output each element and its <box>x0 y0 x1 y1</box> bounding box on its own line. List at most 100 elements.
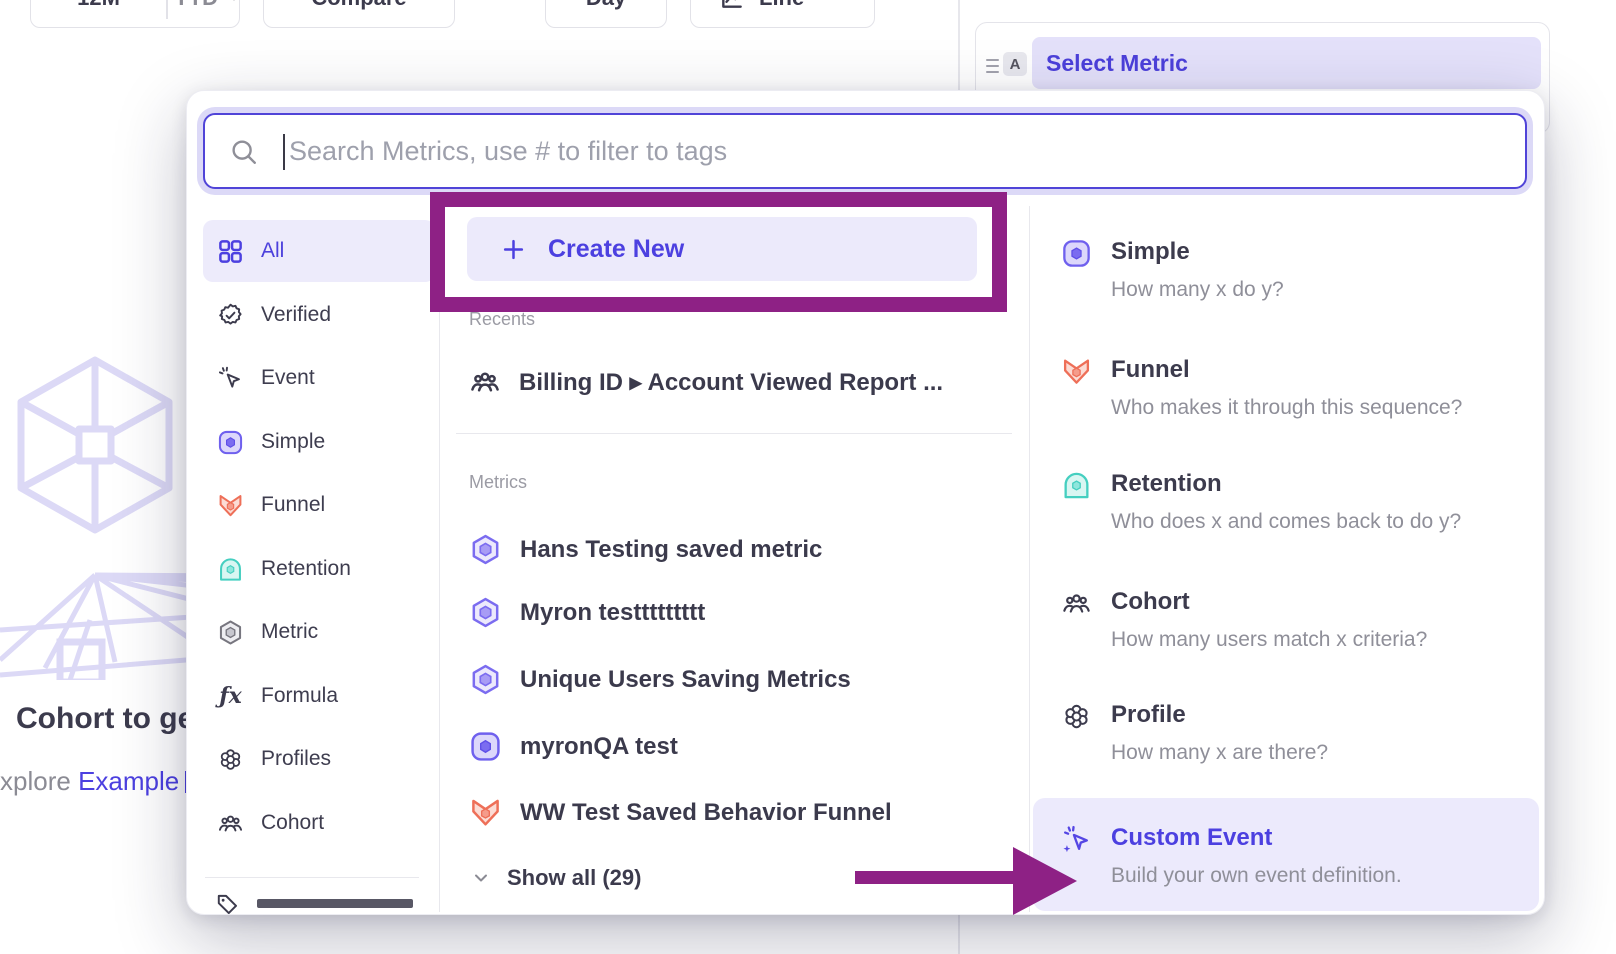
search-field[interactable] <box>203 113 1527 189</box>
range-ytd-button[interactable]: YTD <box>166 0 226 11</box>
funnel-icon <box>469 796 502 829</box>
verified-badge-icon <box>217 302 244 329</box>
type-title: Retention <box>1111 470 1222 498</box>
type-description: How many x do y? <box>1111 278 1284 302</box>
recents-header: Recents <box>469 309 535 330</box>
column-divider <box>1029 206 1030 912</box>
select-metric-trigger[interactable]: Select Metric <box>1032 37 1541 89</box>
type-option-custom-event[interactable]: Custom Event Build your own event defini… <box>1033 798 1539 911</box>
metric-item-label: myronQA test <box>520 733 678 761</box>
compare-button[interactable]: Compare <box>263 0 455 28</box>
metric-item-label: Unique Users Saving Metrics <box>520 666 851 694</box>
sidebar-item-label: Event <box>261 366 315 390</box>
type-title: Simple <box>1111 238 1190 266</box>
annotation-highlight-box <box>430 192 1007 312</box>
profiles-icon <box>217 746 244 773</box>
type-option-funnel[interactable]: Funnel Who makes it through this sequenc… <box>1033 340 1539 436</box>
chevron-down-icon <box>471 868 491 888</box>
type-title: Profile <box>1111 701 1186 729</box>
sidebar-item-label: Retention <box>261 557 351 581</box>
sidebar-item-all[interactable]: All <box>203 220 435 282</box>
profiles-icon <box>1061 701 1092 732</box>
sidebar-item-clipped[interactable] <box>215 891 241 915</box>
annotation-arrow-icon <box>855 845 1080 917</box>
metric-list-item[interactable]: Hans Testing saved metric <box>469 533 822 566</box>
chevron-down-icon <box>227 0 241 5</box>
metric-list-item[interactable]: Unique Users Saving Metrics <box>469 663 851 696</box>
metric-list-item[interactable]: Myron testtttttttt <box>469 596 705 629</box>
grid-icon <box>217 238 244 265</box>
sidebar-item-retention[interactable]: Retention <box>203 538 435 600</box>
metric-list-item[interactable]: myronQA test <box>469 730 678 763</box>
section-divider <box>456 433 1012 434</box>
search-input[interactable] <box>205 115 1525 187</box>
show-all-label: Show all (29) <box>507 865 641 891</box>
retention-icon <box>217 556 244 583</box>
tag-icon <box>215 891 241 915</box>
metric-item-label: Myron testtttttttt <box>520 599 705 627</box>
metric-hex-purple-icon <box>469 663 502 696</box>
retention-icon <box>1061 470 1092 501</box>
sidebar-item-verified[interactable]: Verified <box>203 284 435 346</box>
metric-item-label: WW Test Saved Behavior Funnel <box>520 799 892 827</box>
sidebar-item-simple[interactable]: Simple <box>203 411 435 473</box>
sidebar-item-event[interactable]: Event <box>203 347 435 409</box>
type-description: Who makes it through this sequence? <box>1111 396 1462 420</box>
type-title: Funnel <box>1111 356 1190 384</box>
select-metric-label: Select Metric <box>1046 50 1188 77</box>
simple-icon <box>469 730 502 763</box>
sidebar-item-label: Funnel <box>261 493 325 517</box>
sidebar-divider <box>205 877 419 878</box>
sidebar-item-label: Formula <box>261 684 338 708</box>
type-option-retention[interactable]: Retention Who does x and comes back to d… <box>1033 454 1539 550</box>
type-title: Custom Event <box>1111 824 1272 852</box>
show-all-button[interactable]: Show all (29) <box>471 865 641 891</box>
metrics-header: Metrics <box>469 472 527 493</box>
type-description: How many x are there? <box>1111 741 1328 765</box>
sidebar-item-profiles[interactable]: Profiles <box>203 728 435 790</box>
type-option-cohort[interactable]: Cohort How many users match x criteria? <box>1033 572 1539 668</box>
sidebar-item-formula[interactable]: ƒx Formula <box>203 665 435 727</box>
sidebar-item-label: Cohort <box>261 811 324 835</box>
compare-label: Compare <box>311 0 406 11</box>
sidebar-item-label: Simple <box>261 430 325 454</box>
metric-hex-purple-icon <box>469 596 502 629</box>
funnel-icon <box>217 492 244 519</box>
recent-item[interactable]: Billing ID ▸ Account Viewed Report ... <box>469 366 943 398</box>
metric-hex-purple-icon <box>469 533 502 566</box>
event-cursor-icon <box>217 365 244 392</box>
chart-type-label: Line <box>759 0 804 11</box>
type-title: Cohort <box>1111 588 1190 616</box>
funnel-icon <box>1061 356 1092 387</box>
cohort-people-icon <box>1061 588 1092 619</box>
type-description: Build your own event definition. <box>1111 864 1402 888</box>
clipped-text-fragment <box>257 899 413 908</box>
explore-text-fragment: xplore <box>0 766 71 796</box>
sidebar-item-metric[interactable]: Metric <box>203 601 435 663</box>
sidebar-item-label: All <box>261 239 284 263</box>
simple-icon <box>217 429 244 456</box>
sidebar-item-cohort[interactable]: Cohort <box>203 792 435 854</box>
date-range-control[interactable]: 12M YTD <box>30 0 240 28</box>
metric-hex-icon <box>217 619 244 646</box>
metric-list-item[interactable]: WW Test Saved Behavior Funnel <box>469 796 892 829</box>
line-chart-icon <box>719 0 745 11</box>
type-description: How many users match x criteria? <box>1111 628 1427 652</box>
empty-state-headline-fragment: Cohort to ge <box>16 702 194 736</box>
drag-handle-icon[interactable] <box>986 55 999 77</box>
metric-item-label: Hans Testing saved metric <box>520 536 822 564</box>
type-option-profile[interactable]: Profile How many x are there? <box>1033 685 1539 781</box>
example-reports-link[interactable]: Example <box>78 766 179 796</box>
sidebar-item-label: Profiles <box>261 747 331 771</box>
app-root: 12M YTD Compare Day Line A Select Metric <box>0 0 1616 954</box>
chart-type-button[interactable]: Line <box>690 0 875 28</box>
type-description: Who does x and comes back to do y? <box>1111 510 1461 534</box>
simple-icon <box>1061 238 1092 269</box>
recent-item-label: Billing ID ▸ Account Viewed Report ... <box>519 368 943 397</box>
sidebar-item-funnel[interactable]: Funnel <box>203 474 435 536</box>
interval-button[interactable]: Day <box>545 0 667 28</box>
type-option-simple[interactable]: Simple How many x do y? <box>1033 222 1539 318</box>
range-12m-button[interactable]: 12M <box>31 0 166 11</box>
sidebar-item-label: Verified <box>261 303 331 327</box>
series-a-badge: A <box>1003 52 1027 76</box>
